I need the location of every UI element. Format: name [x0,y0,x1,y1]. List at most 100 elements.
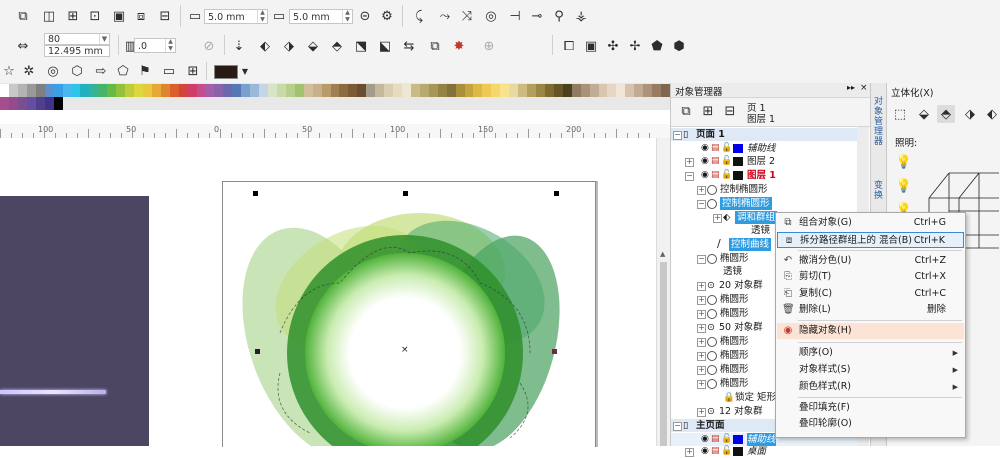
palette-swatch[interactable] [53,97,64,110]
star-icon[interactable]: ☆ [0,62,18,80]
ungroup-all-icon[interactable]: ⊡ [86,7,104,25]
repel-tool-icon[interactable]: ⊸ [528,7,546,25]
menu-item[interactable]: 顺序(O) ▶ [777,345,964,361]
menu-item[interactable]: ⧈ 拆分路径群组上的 混合(B) Ctrl+K [777,232,964,248]
attract-tool-icon[interactable]: ⊣ [506,7,524,25]
complex-star-icon[interactable]: ✲ [20,62,38,80]
tree-row[interactable]: + ◉ ▤ 🔓 图层 2 [671,155,869,168]
tree-row[interactable]: − ◉ ▤ 🔓 图层 1 [671,169,869,182]
menu-item[interactable]: ↶ 撤消分色(U) Ctrl+Z [777,253,964,269]
expand-icon[interactable]: + [697,282,706,291]
expand-icon[interactable]: + [697,408,706,417]
nudge-spinner-2[interactable]: ▲ ▼ [342,9,352,23]
flower-graphic[interactable] [240,193,570,446]
expand-icon[interactable]: + [697,310,706,319]
lock-toggle-icon[interactable]: 🔓 [721,142,732,155]
more-blend-icon[interactable]: ⬔ [352,37,370,55]
menu-item[interactable]: 颜色样式(R) ▶ [777,379,964,395]
layer-color-swatch[interactable] [733,435,743,444]
object-settings-icon[interactable]: ⚙ [378,7,396,25]
menu-item[interactable]: ⎘ 剪切(T) Ctrl+X [777,269,964,285]
edit-across-layers-icon[interactable]: ⊟ [721,102,739,120]
break-apart-icon[interactable]: ⧈ [132,7,150,25]
menu-item[interactable]: ⎗ 复制(C) Ctrl+C [777,286,964,302]
expand-icon[interactable]: + [697,296,706,305]
weld-icon[interactable]: ⧠ [560,37,578,55]
printer-icon[interactable]: ▤ [711,445,720,458]
collapse-icon[interactable]: − [673,131,682,140]
layer-properties-icon[interactable]: ⧉ [677,102,695,120]
arrow-shapes-icon[interactable]: ⇨ [92,62,110,80]
visibility-eye-icon[interactable]: ◉ [701,169,709,182]
angle-field[interactable]: .0 ▲ ▼ [134,38,176,53]
back-minus-front-icon[interactable]: ⬢ [670,37,688,55]
ungroup-icon[interactable]: ⊞ [64,7,82,25]
banner-shapes-icon[interactable]: ⚑ [136,62,154,80]
nudge-distance-field-1[interactable]: 5.0 mm ▲ ▼ [204,9,268,24]
menu-item[interactable]: 叠印填充(F) [777,400,964,416]
clear-effect-icon[interactable]: ✸ [450,37,468,55]
tree-row[interactable]: − 控制椭圆形 [671,197,869,210]
expand-icon[interactable]: + [685,158,694,167]
canvas[interactable]: × ▲ [0,138,671,447]
tree-row[interactable]: + 控制椭圆形 [671,183,869,196]
selection-handle[interactable] [253,191,258,196]
selection-handle[interactable] [255,349,260,354]
simplify-icon[interactable]: ✢ [626,37,644,55]
tree-row[interactable]: − ▯ 页面 1 [671,128,869,141]
copy-blend-icon[interactable]: ⬕ [376,37,394,55]
front-minus-back-icon[interactable]: ⬟ [648,37,666,55]
rotate-icon[interactable]: ⊘ [200,37,218,55]
expand-icon[interactable]: + [697,380,706,389]
extrude-color-icon[interactable]: ⬗ [961,105,979,123]
vertical-scrollbar[interactable]: ▲ [656,138,671,446]
copy-properties-icon[interactable]: ⧉ [426,37,444,55]
visibility-eye-icon[interactable]: ◉ [701,155,709,168]
twirl-tool-icon[interactable]: ◎ [482,7,500,25]
layer-color-swatch[interactable] [733,171,743,180]
lock-toggle-icon[interactable]: 🔓 [721,155,732,168]
nudge-spinner-1[interactable]: ▲ ▼ [257,9,267,23]
expand-icon[interactable]: + [697,338,706,347]
curve-tool-icon[interactable]: ⤳ [436,7,454,25]
extrude-bevel-icon[interactable]: ⬖ [983,105,1000,123]
visibility-eye-icon[interactable]: ◉ [701,445,709,458]
layer-color-swatch[interactable] [733,447,743,456]
tree-row[interactable]: ◉ ▤ 🔓 辅助线 [671,142,869,155]
selection-handle[interactable] [554,191,559,196]
expand-icon[interactable]: + [697,366,706,375]
lock-icon[interactable]: ⊟ [156,7,174,25]
path-properties-icon[interactable]: ⇣ [230,37,248,55]
tree-row[interactable]: + ◉ ▤ 🔓 桌面 [671,445,869,458]
menu-item[interactable]: 🗑 删除(L) 删除 [777,302,964,318]
intersect-icon[interactable]: ✣ [604,37,622,55]
blend-nodes-icon[interactable]: ⬙ [304,37,322,55]
callout-shapes-icon[interactable]: ▭ [160,62,178,80]
extrude-lighting-icon[interactable]: ⬘ [937,105,955,123]
scroll-up-arrow[interactable]: ▲ [660,250,665,258]
menu-item[interactable]: ◉ 隐藏对象(H) [777,323,964,339]
angle-spinner[interactable]: ▲ ▼ [165,38,175,52]
tab-transform[interactable]: 变换 [873,181,884,201]
panel-collapse-icon[interactable]: ▸▸ [847,83,855,92]
printer-icon[interactable]: ▤ [711,169,720,182]
collapse-icon[interactable]: − [673,422,682,431]
width-dropdown[interactable]: ▼ [99,34,109,44]
dark-rectangle[interactable] [0,196,149,446]
menu-item[interactable]: 叠印轮廓(O) [777,416,964,432]
extrude-camera-icon[interactable]: ⬚ [891,105,909,123]
expand-icon[interactable]: + [697,324,706,333]
group-icon[interactable]: ◫ [40,7,58,25]
printer-icon[interactable]: ▤ [711,142,720,155]
lock-toggle-icon[interactable]: 🔓 [721,169,732,182]
selection-handle[interactable] [552,349,557,354]
blend-loop-icon[interactable]: ⬗ [280,37,298,55]
layer-color-swatch[interactable] [733,144,743,153]
height-field[interactable]: 12.495 mm [44,45,110,57]
printer-icon[interactable]: ▤ [711,155,720,168]
menu-item[interactable]: ⧉ 组合对象(G) Ctrl+G [777,215,964,231]
expand-icon[interactable]: + [697,186,706,195]
fill-color-swatch[interactable] [214,65,238,79]
panel-close-icon[interactable]: × [860,83,868,93]
layer-color-swatch[interactable] [733,157,743,166]
